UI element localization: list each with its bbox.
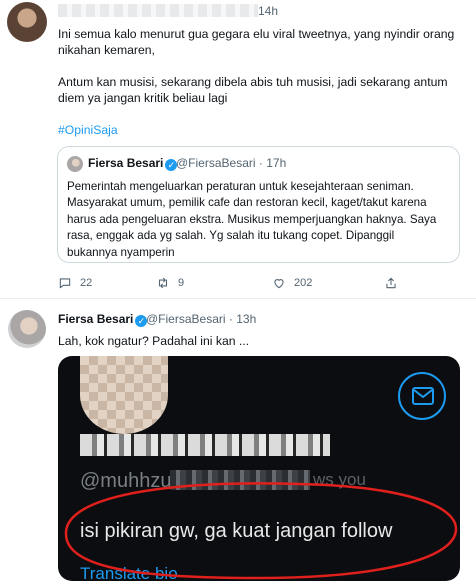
- like-button[interactable]: 202: [272, 276, 312, 290]
- tweet-text-line: diem ya jangan kritik beliau lagi: [58, 91, 228, 105]
- quote-line: Pemerintah mengeluarkan peraturan untuk …: [67, 180, 414, 193]
- blurred-display-name: [80, 434, 330, 456]
- tweet-meta: @FiersaBesari · 13h: [146, 312, 257, 326]
- retweet-button[interactable]: 9: [156, 276, 184, 290]
- mail-icon: [412, 387, 434, 405]
- share-icon: [386, 277, 396, 289]
- quote-handle: @FiersaBesari: [176, 156, 256, 170]
- like-count: 202: [294, 277, 313, 289]
- tweet-divider: [0, 298, 476, 299]
- tweet-time[interactable]: 13h: [236, 312, 256, 326]
- quote-author-name: Fiersa Besari: [88, 156, 164, 170]
- profile-handle: @muhhzuk: [80, 470, 182, 492]
- quote-author: Fiersa Besari ✓: [88, 156, 178, 171]
- quote-line: bukannya nyamperin: [67, 245, 175, 259]
- reply-count: 22: [80, 277, 93, 289]
- message-button: [398, 372, 446, 420]
- profile-bio: isi pikiran gw, ga kuat jangan follow: [80, 520, 393, 542]
- tweet-text: Lah, kok ngatur? Padahal ini kan ...: [58, 334, 250, 348]
- blurred-name-handle: [58, 4, 258, 17]
- tweet-text-line: Ini semua kalo menurut gua gegara elu vi…: [58, 27, 455, 41]
- quote-time: 17h: [266, 156, 287, 170]
- hashtag-link[interactable]: #OpiniSaja: [58, 122, 118, 138]
- quote-avatar: [67, 156, 83, 172]
- reply-button[interactable]: 22: [58, 276, 92, 290]
- author[interactable]: Fiersa Besari ✓: [58, 312, 148, 327]
- quote-meta: @FiersaBesari · 17h: [176, 156, 287, 170]
- share-button[interactable]: [384, 276, 398, 290]
- retweet-count: 9: [178, 277, 185, 289]
- pixelated-profile-photo: [80, 356, 168, 434]
- blurred-handle: [170, 470, 310, 490]
- tweet-text-line: Antum kan musisi, sekarang dibela abis t…: [58, 75, 448, 89]
- tweet-actions: 22 9 202: [58, 276, 418, 292]
- quoted-tweet[interactable]: Fiersa Besari ✓ @FiersaBesari · 17h Pemer…: [57, 146, 460, 263]
- quote-text: Pemerintah mengeluarkan peraturan untuk …: [67, 179, 436, 261]
- tweet-time[interactable]: 14h: [258, 4, 278, 18]
- quote-line: harus ada pengeluaran ekstra. Musikus me…: [67, 212, 437, 226]
- like-icon: [274, 279, 284, 289]
- author-handle: @FiersaBesari: [146, 312, 226, 326]
- avatar[interactable]: [7, 2, 47, 42]
- avatar[interactable]: [8, 310, 46, 348]
- quote-line: Masyarakat umum, pemilik cafe dan restor…: [67, 196, 427, 210]
- media-image[interactable]: @muhhzuk ws you isi pikiran gw, ga kuat …: [58, 356, 460, 581]
- tweet-text-line: nikahan kemaren,: [58, 43, 155, 57]
- quote-line: rasa, enggak ada yg salah. Yg salah itu …: [67, 229, 395, 243]
- author-name: Fiersa Besari: [58, 312, 134, 326]
- translate-bio-link: Translate bio: [80, 564, 178, 581]
- retweet-icon: [158, 277, 168, 289]
- reply-icon: [59, 278, 71, 289]
- follows-you-label: ws you: [313, 470, 366, 489]
